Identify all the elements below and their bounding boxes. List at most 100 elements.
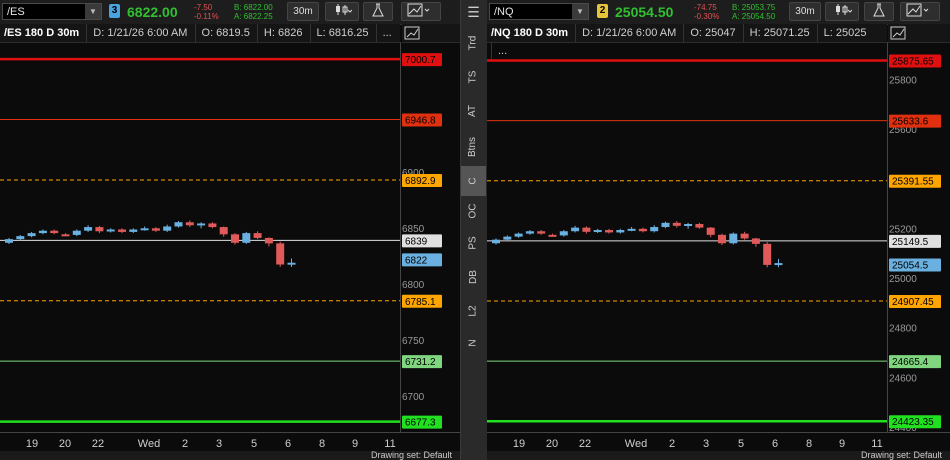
svg-text:6785.1: 6785.1	[405, 297, 436, 308]
x-tick-label: 3	[216, 438, 222, 450]
svg-text:6839: 6839	[405, 236, 428, 247]
drawing-tools-icon[interactable]	[900, 2, 940, 21]
candle	[616, 228, 625, 234]
level-tag: 25391.55	[889, 174, 941, 188]
link-badge[interactable]: 3	[109, 4, 120, 18]
price-chart[interactable]: 690068506800675067007000.76946.86892.968…	[0, 42, 460, 432]
svg-text:7000.7: 7000.7	[405, 55, 436, 66]
candle	[503, 235, 512, 241]
sidebar-tab-label: AT	[467, 104, 479, 118]
link-badge[interactable]: 2	[597, 4, 608, 18]
svg-text:24423.35: 24423.35	[892, 417, 934, 428]
candle	[253, 231, 262, 240]
candle	[718, 233, 726, 246]
bar-open: O: 6819.5	[194, 24, 250, 42]
candle	[763, 242, 772, 268]
chevron-down-icon[interactable]: ▼	[85, 4, 101, 19]
net-change-percent: -0.11%	[194, 12, 219, 21]
svg-text:6892.9: 6892.9	[405, 176, 436, 187]
symbol-selector[interactable]: /NQ ▼	[489, 3, 589, 20]
sidebar-tab-btns[interactable]: Btns	[461, 130, 486, 164]
chart-title: /NQ 180 D 30m	[491, 27, 569, 39]
price-axis-divider	[400, 42, 401, 432]
bar-open: O: 25047	[683, 24, 736, 42]
interval-button[interactable]: 30m	[287, 2, 319, 21]
net-change: -74.75 -0.30%	[694, 3, 719, 21]
more-info[interactable]: ...	[375, 24, 392, 42]
sidebar-tab-n[interactable]: N	[461, 328, 486, 358]
candle	[605, 228, 613, 234]
x-tick-label: 5	[251, 438, 257, 450]
symbol-selector[interactable]: /ES ▼	[2, 3, 102, 20]
chevron-down-icon[interactable]: ▼	[572, 4, 588, 19]
level-tag: 7000.7	[402, 53, 442, 67]
x-tick-label: 9	[352, 438, 358, 450]
bid-ask: B: 6822.00 A: 6822.25	[234, 3, 273, 21]
candle	[661, 221, 670, 229]
svg-text:25149.5: 25149.5	[892, 237, 929, 248]
candle	[185, 220, 194, 228]
sidebar-tab-ts[interactable]: TS	[461, 62, 486, 92]
candle-style-icon[interactable]	[825, 2, 859, 21]
symbol-value: /NQ	[494, 6, 514, 18]
level-tag: 6892.9	[402, 173, 442, 187]
candle	[5, 237, 13, 244]
menu-icon[interactable]: ☰	[461, 2, 486, 22]
net-change-value: -74.75	[694, 3, 717, 12]
sidebar-tab-l2[interactable]: L2	[461, 296, 486, 326]
candle	[219, 226, 228, 237]
interval-button[interactable]: 30m	[789, 2, 821, 21]
candle	[638, 227, 647, 233]
x-tick-label: 2	[669, 438, 675, 450]
price-axis-icon[interactable]	[890, 25, 910, 41]
level-tag: 6946.8	[402, 113, 442, 127]
studies-flask-icon[interactable]	[363, 2, 393, 21]
candle	[61, 233, 70, 237]
candle	[264, 237, 273, 247]
level-tag: 25875.65	[889, 54, 941, 68]
time-axis[interactable]: 19 20 22 Wed 2 3 5 6 8 9 11	[0, 432, 460, 451]
svg-text:25391.55: 25391.55	[892, 177, 934, 188]
bid-value: B: 6822.00	[234, 3, 273, 12]
sidebar-tab-db[interactable]: DB	[461, 262, 486, 292]
sidebar-tab-oc[interactable]: OC	[461, 196, 486, 226]
axis-corner	[402, 24, 460, 43]
candle	[95, 225, 104, 234]
sidebar-tab-label: TS	[467, 70, 479, 84]
sidebar-tab-at[interactable]: AT	[461, 96, 486, 126]
candle	[514, 232, 523, 238]
sidebar-tab-label: Trd	[467, 35, 479, 51]
x-tick-label: 22	[92, 438, 104, 450]
studies-flask-icon[interactable]	[864, 2, 894, 21]
last-price-tag: 25054.5	[889, 258, 941, 272]
time-axis[interactable]: 19 20 22 Wed 2 3 5 6 8 9 11	[487, 432, 950, 451]
sidebar-tab-trd[interactable]: Trd	[461, 28, 486, 58]
drawing-set-label[interactable]: Drawing set: Default	[371, 450, 452, 460]
candle	[548, 233, 557, 237]
drawing-set-label[interactable]: Drawing set: Default	[861, 450, 942, 460]
price-chart[interactable]: 2580025600254002520025000248002460024400…	[487, 42, 950, 432]
candle	[695, 222, 704, 229]
chart-toolbar: /ES ▼ 3 6822.00 -7.50 -0.11% B: 6822.00 …	[0, 0, 460, 25]
candle	[118, 228, 126, 234]
bar-date: D: 1/21/26 6:00 AM	[575, 24, 676, 42]
bottom-bar: Drawing set: Default	[0, 450, 460, 460]
bar-low: L: 6816.25	[309, 24, 369, 42]
candle-style-icon[interactable]	[325, 2, 359, 21]
candle	[672, 221, 681, 228]
bid-ask: B: 25053.75 A: 25054.50	[732, 3, 775, 21]
drawing-tools-icon[interactable]	[401, 2, 441, 21]
candle	[276, 241, 285, 267]
svg-text:6677.3: 6677.3	[405, 418, 436, 429]
price-axis-icon[interactable]	[404, 25, 424, 41]
sidebar-tab-ps[interactable]: PS	[461, 228, 486, 258]
sidebar-tab-c[interactable]: C	[461, 166, 486, 196]
bar-low: L: 25025	[816, 24, 867, 42]
candle	[208, 222, 217, 229]
level-tag: 25633.6	[889, 114, 941, 128]
candle	[537, 230, 546, 235]
symbol-value: /ES	[7, 6, 25, 18]
sidebar-tab-label: C	[467, 177, 479, 185]
candle	[684, 222, 693, 229]
net-change-percent: -0.30%	[694, 12, 720, 21]
